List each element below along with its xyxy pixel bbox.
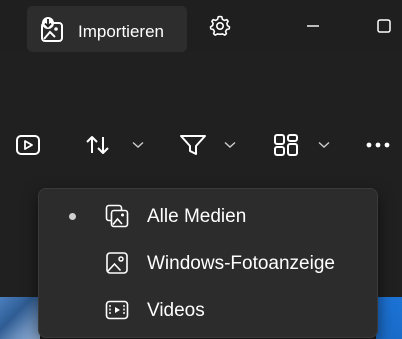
more-icon bbox=[366, 142, 390, 148]
import-label: Importieren bbox=[78, 22, 164, 41]
selected-indicator bbox=[69, 213, 76, 220]
chevron-down-icon bbox=[132, 141, 144, 148]
maximize-button[interactable] bbox=[366, 0, 402, 52]
sort-button[interactable] bbox=[84, 125, 144, 165]
menu-item-label: Windows-Fotoanzeige bbox=[147, 253, 335, 274]
photo-thumbnail[interactable] bbox=[0, 297, 40, 339]
sort-icon bbox=[86, 136, 109, 154]
minimize-button[interactable] bbox=[296, 0, 330, 52]
slideshow-button[interactable] bbox=[14, 125, 46, 165]
title-bar: Importieren bbox=[0, 0, 402, 52]
menu-item-label: Videos bbox=[147, 300, 205, 321]
slideshow-icon bbox=[16, 135, 40, 155]
layout-button[interactable] bbox=[272, 125, 332, 165]
photo-thumbnail[interactable] bbox=[376, 297, 402, 339]
minimize-icon bbox=[307, 25, 319, 27]
filter-button[interactable] bbox=[178, 125, 238, 165]
filter-icon bbox=[180, 135, 206, 155]
menu-item-all-media[interactable]: Alle Medien bbox=[43, 194, 373, 238]
menu-item-label: Alle Medien bbox=[147, 206, 247, 227]
menu-item-windows-photo-viewer[interactable]: Windows-Fotoanzeige bbox=[43, 241, 373, 285]
gear-icon bbox=[209, 15, 231, 36]
chevron-down-icon bbox=[224, 141, 236, 148]
video-icon bbox=[105, 300, 129, 320]
settings-button[interactable] bbox=[200, 0, 240, 52]
import-photo-icon bbox=[41, 17, 63, 42]
chevron-down-icon bbox=[318, 141, 330, 148]
more-button[interactable] bbox=[364, 125, 396, 165]
maximize-icon bbox=[377, 19, 391, 33]
all-media-icon bbox=[105, 204, 129, 228]
layout-icon bbox=[274, 134, 298, 156]
image-icon bbox=[106, 252, 128, 274]
import-button[interactable]: Importieren bbox=[27, 6, 187, 52]
menu-item-videos[interactable]: Videos bbox=[43, 288, 373, 332]
filter-dropdown-menu: Alle Medien Windows-Fotoanzeige Videos bbox=[38, 188, 378, 338]
